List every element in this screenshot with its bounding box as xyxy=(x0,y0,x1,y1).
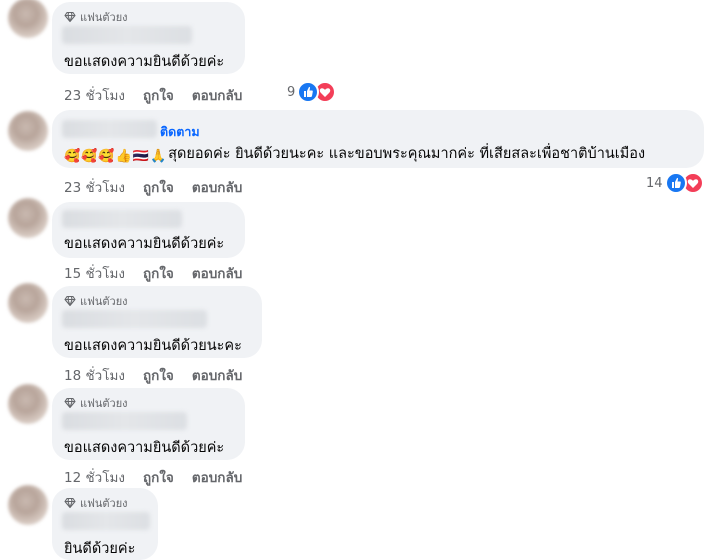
badge-label: แฟนตัวยง xyxy=(80,397,128,410)
comment-bubble: แฟนตัวยง ขอแสดงความยินดีด้วยค่ะ xyxy=(52,388,245,460)
folded-hands-emoji: 🙏 xyxy=(149,149,167,164)
reaction-summary[interactable]: 14 xyxy=(646,172,704,194)
author-name-blurred[interactable] xyxy=(62,512,150,530)
comment-time[interactable]: 18 ชั่วโมง xyxy=(64,364,125,386)
comment-bubble: แฟนตัวยง ขอแสดงความยินดีด้วยนะคะ xyxy=(52,286,262,358)
reply-button[interactable]: ตอบกลับ xyxy=(192,176,242,198)
smiling-hearts-emoji: 🥰 xyxy=(81,149,98,164)
emoji-group: 🥰 🥰 🥰 👍 🇹🇭 🙏 xyxy=(64,149,166,164)
author-name-blurred[interactable] xyxy=(62,412,187,430)
comment-actions: 12 ชั่วโมง ถูกใจ ตอบกลับ xyxy=(64,466,242,488)
diamond-icon xyxy=(64,397,76,409)
author-name-blurred[interactable] xyxy=(62,310,207,328)
avatar[interactable] xyxy=(8,198,48,238)
smiling-hearts-emoji: 🥰 xyxy=(98,149,115,164)
comment-text: ขอแสดงความยินดีด้วยนะคะ xyxy=(64,338,242,354)
author-name-blurred[interactable] xyxy=(62,210,182,228)
avatar[interactable] xyxy=(8,485,48,525)
follow-button[interactable]: ติดตาม xyxy=(160,122,200,142)
top-fan-badge: แฟนตัวยง xyxy=(64,8,128,26)
reply-button[interactable]: ตอบกลับ xyxy=(192,364,242,386)
avatar[interactable] xyxy=(8,0,48,38)
like-reaction-icon xyxy=(297,81,320,103)
comment-actions: 23 ชั่วโมง ถูกใจ ตอบกลับ xyxy=(64,176,242,198)
like-button[interactable]: ถูกใจ xyxy=(143,364,174,386)
comment-time[interactable]: 23 ชั่วโมง xyxy=(64,84,125,106)
diamond-icon xyxy=(64,497,76,509)
top-fan-badge: แฟนตัวยง xyxy=(64,292,128,310)
diamond-icon xyxy=(64,295,76,307)
top-fan-badge: แฟนตัวยง xyxy=(64,394,128,412)
like-button[interactable]: ถูกใจ xyxy=(143,176,174,198)
reply-button[interactable]: ตอบกลับ xyxy=(192,262,242,284)
like-button[interactable]: ถูกใจ xyxy=(143,262,174,284)
badge-label: แฟนตัวยง xyxy=(80,295,128,308)
comment-text-body: สุดยอดค่ะ ยินดีด้วยนะคะ และขอบพระคุณมากค… xyxy=(168,146,646,162)
thai-flag-emoji: 🇹🇭 xyxy=(132,149,149,164)
comment-bubble: ติดตาม 🥰 🥰 🥰 👍 🇹🇭 🙏 สุดยอดค่ะ ยินดีด้วยน… xyxy=(52,110,704,168)
like-button[interactable]: ถูกใจ xyxy=(143,84,174,106)
comment-text: ยินดีด้วยค่ะ xyxy=(64,541,136,557)
comment-time[interactable]: 15 ชั่วโมง xyxy=(64,262,125,284)
comment-bubble: แฟนตัวยง ยินดีด้วยค่ะ xyxy=(52,488,158,560)
comment-bubble: แฟนตัวยง ขอแสดงความยินดีด้วยค่ะ xyxy=(52,2,245,74)
like-button[interactable]: ถูกใจ xyxy=(143,466,174,488)
smiling-hearts-emoji: 🥰 xyxy=(64,149,81,164)
comment-text: ขอแสดงความยินดีด้วยค่ะ xyxy=(64,54,225,70)
reaction-count: 14 xyxy=(646,175,663,191)
thumbs-up-emoji: 👍 xyxy=(115,149,132,164)
author-name-blurred[interactable] xyxy=(62,26,192,44)
comment-text: 🥰 🥰 🥰 👍 🇹🇭 🙏 สุดยอดค่ะ ยินดีด้วยนะคะ และ… xyxy=(64,142,645,165)
avatar[interactable] xyxy=(8,111,48,151)
comment-text: ขอแสดงความยินดีด้วยค่ะ xyxy=(64,236,225,252)
author-name-blurred[interactable] xyxy=(62,120,157,138)
comment-time[interactable]: 12 ชั่วโมง xyxy=(64,466,125,488)
badge-label: แฟนตัวยง xyxy=(80,497,128,510)
comment-actions: 23 ชั่วโมง ถูกใจ ตอบกลับ xyxy=(64,84,242,106)
reaction-count: 9 xyxy=(287,84,296,100)
avatar[interactable] xyxy=(8,384,48,424)
comment-time[interactable]: 23 ชั่วโมง xyxy=(64,176,125,198)
comment-bubble: ขอแสดงความยินดีด้วยค่ะ xyxy=(52,202,245,258)
diamond-icon xyxy=(64,11,76,23)
badge-label: แฟนตัวยง xyxy=(80,11,128,24)
avatar[interactable] xyxy=(8,283,48,323)
like-reaction-icon xyxy=(664,172,687,194)
reaction-summary[interactable]: 9 xyxy=(287,81,337,103)
top-fan-badge: แฟนตัวยง xyxy=(64,494,128,512)
reply-button[interactable]: ตอบกลับ xyxy=(192,466,242,488)
reply-button[interactable]: ตอบกลับ xyxy=(192,84,242,106)
comment-actions: 18 ชั่วโมง ถูกใจ ตอบกลับ xyxy=(64,364,242,386)
comment-text: ขอแสดงความยินดีด้วยค่ะ xyxy=(64,440,225,456)
comment-actions: 15 ชั่วโมง ถูกใจ ตอบกลับ xyxy=(64,262,242,284)
